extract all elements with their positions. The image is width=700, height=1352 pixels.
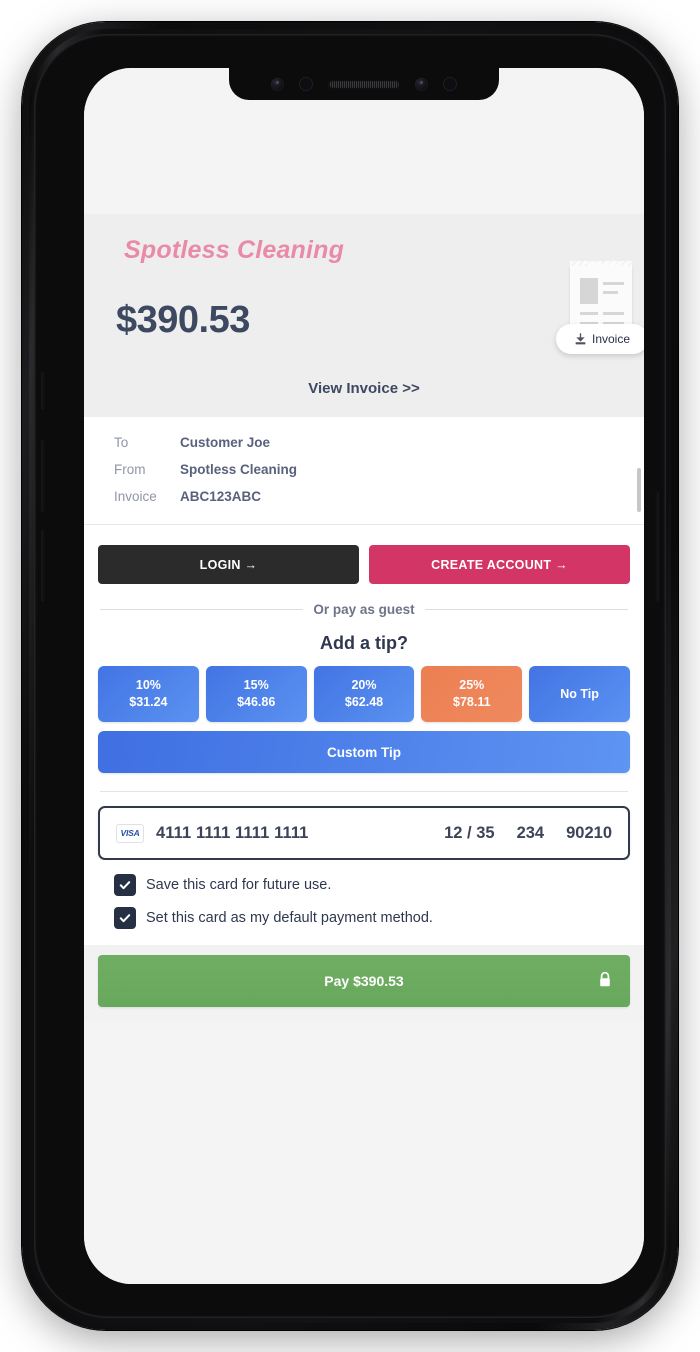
- tip-percent: 15%: [243, 678, 269, 693]
- mute-switch[interactable]: [41, 372, 46, 410]
- pay-button-label: Pay $390.53: [324, 973, 404, 989]
- login-button[interactable]: LOGIN →: [98, 545, 359, 584]
- download-invoice-label: Invoice: [591, 332, 631, 346]
- volume-down-button[interactable]: [41, 530, 46, 602]
- download-icon: [575, 332, 586, 344]
- receipt-torn-edge: [570, 262, 632, 267]
- tip-amount: $31.24: [129, 695, 168, 709]
- invoice-download-widget[interactable]: Invoice: [556, 261, 644, 366]
- tip-percent: 20%: [351, 678, 377, 693]
- create-account-button[interactable]: CREATE ACCOUNT →: [369, 545, 630, 584]
- phone-screen: Spotless Cleaning $390.53 View Invoice >…: [84, 68, 644, 1284]
- receipt-logo-block: [580, 278, 598, 304]
- tip-title: Add a tip?: [320, 633, 408, 653]
- check-icon: [119, 914, 131, 923]
- default-card-row[interactable]: Set this card as my default payment meth…: [98, 907, 630, 929]
- invoice-header: Spotless Cleaning $390.53 View Invoice >…: [84, 214, 644, 417]
- tip-amount: $78.11: [453, 695, 491, 709]
- save-card-checkbox[interactable]: [114, 874, 136, 896]
- save-card-label: Save this card for future use.: [146, 877, 332, 893]
- guest-divider: Or pay as guest: [100, 602, 629, 617]
- card-zip-input[interactable]: 90210: [566, 824, 612, 843]
- card-options: Save this card for future use. Set this …: [84, 860, 644, 945]
- divider-line-left: [100, 609, 304, 610]
- detail-row-from: From Spotless Cleaning: [98, 462, 630, 477]
- front-camera-icon: [271, 77, 284, 91]
- custom-tip-button[interactable]: Custom Tip: [98, 731, 630, 773]
- pay-button[interactable]: Pay $390.53: [98, 955, 630, 1007]
- default-card-label: Set this card as my default payment meth…: [146, 910, 433, 926]
- check-icon: [119, 881, 131, 890]
- download-invoice-button[interactable]: Invoice: [556, 324, 644, 354]
- tip-options: 10% $31.24 15% $46.86 20% $62.48 25% $78…: [98, 666, 630, 722]
- auth-section: LOGIN → CREATE ACCOUNT → Or pay as guest: [84, 524, 644, 617]
- lock-icon: [598, 971, 612, 991]
- tip-option-20[interactable]: 20% $62.48: [313, 666, 415, 722]
- proximity-sensor-icon: [299, 77, 313, 91]
- ambient-light-sensor-icon: [443, 77, 457, 91]
- default-card-checkbox[interactable]: [114, 907, 136, 929]
- invoice-amount: $390.53: [116, 299, 250, 341]
- payment-page: Spotless Cleaning $390.53 View Invoice >…: [84, 68, 644, 1284]
- tip-option-no-tip[interactable]: No Tip: [529, 666, 630, 722]
- detail-row-to: To Customer Joe: [98, 435, 630, 450]
- tip-percent: No Tip: [560, 686, 599, 701]
- invoice-details: To Customer Joe From Spotless Cleaning I…: [84, 417, 644, 524]
- tip-amount: $62.48: [344, 695, 384, 709]
- tip-option-15[interactable]: 15% $46.86: [205, 666, 307, 722]
- page-scrollbar-thumb[interactable]: [637, 468, 641, 512]
- card-section: VISA 4111 1111 1111 1111 12 / 35 234 902…: [84, 792, 644, 860]
- receipt-line: [603, 312, 624, 315]
- view-invoice-link[interactable]: View Invoice >>: [98, 380, 630, 397]
- volume-up-button[interactable]: [41, 440, 46, 512]
- divider-line-right: [424, 609, 629, 610]
- tip-percent: 10%: [135, 678, 161, 693]
- detail-row-invoice: Invoice ABC123ABC: [98, 489, 630, 504]
- tip-amount: $46.86: [237, 695, 276, 709]
- detail-label: To: [114, 435, 129, 450]
- tip-percent: 25%: [459, 678, 485, 693]
- ir-camera-icon: [415, 77, 428, 91]
- notch: [229, 68, 499, 100]
- card-input-row[interactable]: VISA 4111 1111 1111 1111 12 / 35 234 902…: [98, 806, 630, 860]
- tip-section: Add a tip? 10% $31.24 15% $46.86 20% $62…: [84, 617, 644, 792]
- pay-section: Pay $390.53: [84, 945, 644, 1021]
- card-cvc-input[interactable]: 234: [517, 824, 545, 843]
- visa-icon: VISA: [116, 823, 144, 843]
- detail-value: Spotless Cleaning: [180, 462, 298, 477]
- earpiece-speaker-icon: [328, 79, 400, 89]
- detail-label: From: [114, 462, 146, 477]
- detail-value: Customer Joe: [180, 435, 271, 450]
- screenshot-stage: Spotless Cleaning $390.53 View Invoice >…: [0, 0, 700, 1352]
- save-card-row[interactable]: Save this card for future use.: [98, 874, 630, 896]
- card-number-input[interactable]: 4111 1111 1111 1111: [156, 824, 308, 843]
- card-expiry-input[interactable]: 12 / 35: [444, 824, 494, 843]
- detail-value: ABC123ABC: [180, 489, 262, 504]
- receipt-line: [603, 291, 618, 294]
- power-button[interactable]: [654, 492, 659, 602]
- merchant-name: Spotless Cleaning: [124, 236, 345, 264]
- tip-option-10[interactable]: 10% $31.24: [98, 666, 199, 722]
- tip-option-25[interactable]: 25% $78.11: [421, 666, 523, 722]
- receipt-line: [580, 312, 598, 315]
- receipt-line: [603, 282, 624, 285]
- guest-divider-label: Or pay as guest: [313, 602, 415, 617]
- detail-label: Invoice: [114, 489, 157, 504]
- auth-buttons: LOGIN → CREATE ACCOUNT →: [98, 535, 630, 584]
